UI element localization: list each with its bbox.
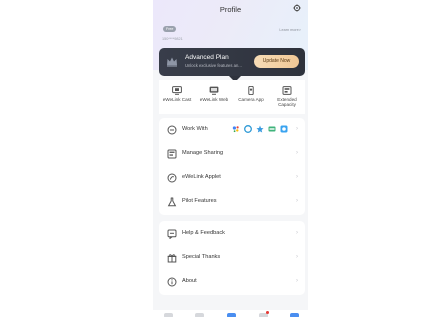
crown-icon [167,57,177,67]
flask-icon [167,197,177,207]
alexa-icon [244,125,252,133]
shortcut-ewelink-cast[interactable]: eWeLink Cast [159,86,195,102]
gear-icon[interactable] [293,4,301,12]
chevron-right-icon: › [296,174,298,180]
ifttt-icon [268,126,276,132]
shortcut-camera-app[interactable]: Camera App [233,86,269,102]
tab-profile-icon[interactable] [290,313,299,317]
capacity-icon [282,86,292,95]
shortcut-extended-capacity[interactable]: Extended Capacity [269,86,305,108]
gift-icon [167,254,177,263]
secondary-menu-card: Help & Feedback › Special Thanks › About… [159,221,305,295]
google-assistant-icon [232,126,239,133]
tab-add-icon[interactable] [227,313,236,317]
shortcut-label: Camera App [238,97,264,102]
page-title: Profile [219,5,242,14]
tab-scenes-icon[interactable] [195,313,204,317]
user-id: 150****9821 [162,37,183,41]
alice-icon [280,125,288,133]
shortcut-label: eWeLink Cast [162,97,192,102]
menu-item-label: eWeLink Applet [182,174,221,180]
menu-item-about[interactable]: About › [159,270,305,294]
chevron-right-icon: › [296,230,298,236]
chevron-right-icon: › [296,198,298,204]
menu-item-label: Work With [182,126,208,132]
profile-screen: Profile Free 150****9821 Learn more> Adv… [153,0,308,317]
shortcut-label: eWeLink Web [199,97,229,102]
help-icon [167,229,177,239]
monitor-icon [209,86,219,95]
share-icon [167,149,177,159]
chevron-right-icon: › [296,254,298,260]
tab-home-icon[interactable] [164,313,173,317]
shortcut-grid: eWeLink Cast eWeLink Web Camera App Exte… [159,80,305,114]
learn-more-link[interactable]: Learn more> [279,28,301,32]
menu-item-label: Help & Feedback [182,230,225,236]
menu-item-special-thanks[interactable]: Special Thanks › [159,246,305,270]
plan-name: Advanced Plan [185,54,229,61]
main-menu-card: Work With › Manage Sharing › eWeLink App… [159,118,305,215]
smartthings-icon [256,125,264,133]
phone-camera-icon [248,86,254,95]
plan-subtitle: Unlock exclusive features an... [185,63,242,68]
menu-item-work-with[interactable]: Work With › [159,118,305,142]
menu-item-label: About [182,278,197,284]
menu-item-help-feedback[interactable]: Help & Feedback › [159,222,305,246]
shortcut-ewelink-web[interactable]: eWeLink Web [196,86,232,102]
menu-item-label: Special Thanks [182,254,221,260]
notification-dot [266,311,269,314]
chevron-right-icon: › [296,278,298,284]
membership-badge: Free [163,26,177,32]
info-icon [167,277,177,287]
update-now-button[interactable]: Update Now [254,55,299,68]
bottom-tab-bar [153,310,308,317]
shortcut-label: Extended Capacity [277,97,297,108]
menu-item-ewelink-applet[interactable]: eWeLink Applet › [159,166,305,190]
chevron-right-icon: › [296,150,298,156]
menu-item-label: Pilot Features [182,198,217,204]
menu-item-pilot-features[interactable]: Pilot Features › [159,190,305,214]
cast-icon [172,86,182,95]
chevron-right-icon: › [296,126,298,132]
menu-item-manage-sharing[interactable]: Manage Sharing › [159,142,305,166]
applet-icon [167,173,177,183]
advanced-plan-banner[interactable]: Advanced Plan Unlock exclusive features … [159,48,305,76]
link-icon [167,125,177,135]
menu-item-label: Manage Sharing [182,150,224,156]
